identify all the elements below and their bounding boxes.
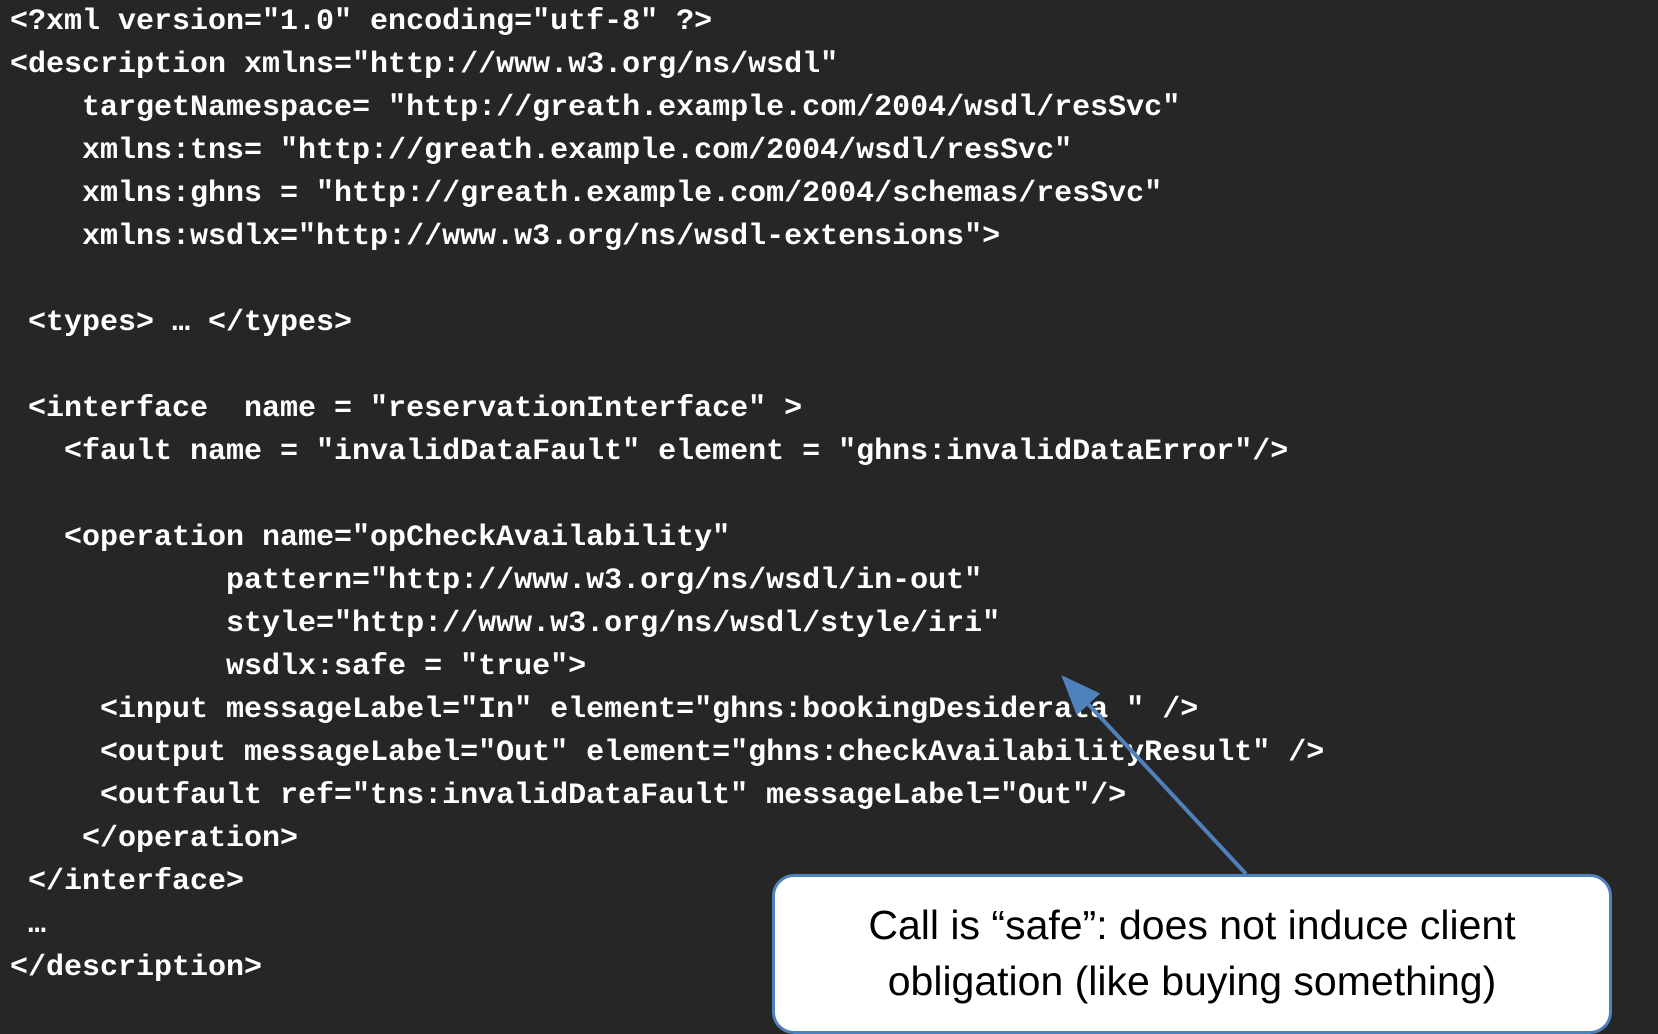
code-line: </operation> <box>10 822 299 856</box>
code-line: … <box>10 908 47 942</box>
code-line: <output messageLabel="Out" element="ghns… <box>10 736 1325 770</box>
code-line: wsdlx:safe = "true"> <box>10 650 587 684</box>
code-line: <description xmlns="http://www.w3.org/ns… <box>10 48 839 82</box>
code-line: <input messageLabel="In" element="ghns:b… <box>10 693 1199 727</box>
code-line: <operation name="opCheckAvailability" <box>10 521 731 555</box>
code-line: xmlns:wsdlx="http://www.w3.org/ns/wsdl-e… <box>10 220 1001 254</box>
code-line: <types> … </types> <box>10 306 353 340</box>
code-line: xmlns:tns= "http://greath.example.com/20… <box>10 134 1073 168</box>
wsdl-code-listing: <?xml version="1.0" encoding="utf-8" ?> … <box>0 0 1658 1023</box>
code-line: <fault name = "invalidDataFault" element… <box>10 435 1289 469</box>
callout-box: Call is “safe”: does not induce client o… <box>772 874 1612 1034</box>
code-line: targetNamespace= "http://greath.example.… <box>10 91 1181 125</box>
code-line: <?xml version="1.0" encoding="utf-8" ?> <box>10 5 713 39</box>
code-line: </description> <box>10 951 263 985</box>
code-line: pattern="http://www.w3.org/ns/wsdl/in-ou… <box>10 564 983 598</box>
code-line: <outfault ref="tns:invalidDataFault" mes… <box>10 779 1127 813</box>
callout-line-2: obligation (like buying something) <box>887 958 1497 1004</box>
code-line: xmlns:ghns = "http://greath.example.com/… <box>10 177 1163 211</box>
callout-line-1: Call is “safe”: does not induce client <box>868 902 1516 948</box>
code-line: </interface> <box>10 865 245 899</box>
code-line: style="http://www.w3.org/ns/wsdl/style/i… <box>10 607 1001 641</box>
code-line: <interface name = "reservationInterface"… <box>10 392 803 426</box>
